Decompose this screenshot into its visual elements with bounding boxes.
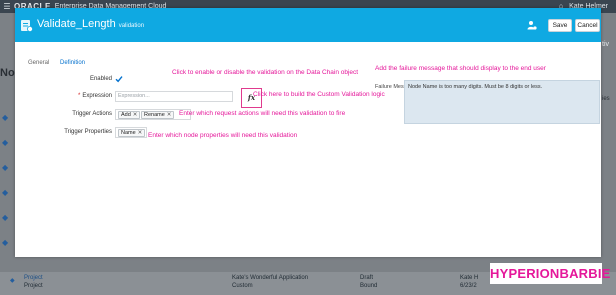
bg-row-icon: ◆ — [2, 138, 9, 147]
annotation-actions: Enter which request actions will need th… — [179, 110, 346, 117]
chip-add: Add ✕ — [118, 111, 141, 119]
chip-rename-label: Rename — [144, 112, 165, 118]
bg-row-owner: Kate H — [460, 275, 479, 281]
validation-dialog: Validate_Length validation Save Cancel Ge… — [15, 8, 601, 257]
bg-row-date: 6/23/2 — [460, 283, 477, 289]
tab-general[interactable]: General — [28, 60, 49, 66]
bg-row-status2: Bound — [360, 283, 378, 289]
expression-label: * Expression — [55, 93, 112, 99]
save-button[interactable]: Save — [548, 19, 572, 32]
bg-row-sub: Project — [24, 283, 43, 289]
annotation-failure: Add the failure message that should disp… — [375, 65, 546, 72]
annotation-enable: Click to enable or disable the validatio… — [172, 69, 359, 76]
annotation-properties: Enter which node properties will need th… — [148, 132, 298, 139]
bg-activities-fragment: tiv — [602, 41, 609, 48]
chip-name-label: Name — [121, 130, 136, 136]
trigger-actions-label: Trigger Actions — [72, 111, 112, 117]
bg-heading-fragment: No — [0, 67, 15, 79]
cancel-button[interactable]: Cancel — [575, 19, 600, 32]
dialog-header: Validate_Length validation Save Cancel — [15, 8, 601, 42]
bg-row-status: Draft — [360, 275, 374, 281]
dialog-title: Validate_Length validation — [37, 18, 144, 30]
bg-row-app-sub: Custom — [232, 283, 253, 289]
trigger-properties-label: Trigger Properties — [64, 129, 112, 135]
expression-input[interactable]: Expression... — [115, 91, 233, 102]
chip-name: Name ✕ — [118, 129, 146, 137]
dialog-subtitle: validation — [118, 23, 145, 29]
enabled-checkbox[interactable] — [115, 75, 123, 83]
remove-chip-icon[interactable]: ✕ — [138, 130, 143, 136]
bg-row-icon: ◆ — [2, 188, 9, 197]
chip-rename: Rename ✕ — [141, 111, 175, 119]
bg-row-icon: ◆ — [10, 278, 15, 284]
bg-row-name: Project — [24, 275, 43, 281]
failure-message-textarea[interactable]: Node Name is too many digits. Must be 8 … — [404, 80, 600, 124]
trigger-properties-field[interactable]: Name ✕ — [115, 127, 147, 138]
validation-icon — [21, 20, 33, 32]
tab-definition[interactable]: Definition — [60, 60, 85, 66]
dialog-title-text: Validate_Length — [37, 18, 116, 30]
remove-chip-icon[interactable]: ✕ — [133, 112, 138, 118]
bg-row-app: Kate's Wonderful Application — [232, 275, 309, 281]
menu-icon[interactable]: ☰ — [0, 2, 14, 11]
user-icon[interactable] — [527, 20, 537, 30]
expression-label-text: Expression — [82, 93, 112, 99]
bg-row-icon: ◆ — [2, 113, 9, 122]
chip-add-label: Add — [121, 112, 131, 118]
remove-chip-icon[interactable]: ✕ — [167, 112, 172, 118]
required-marker: * — [77, 93, 81, 99]
bg-row-icon: ◆ — [2, 238, 9, 247]
bg-row-icon: ◆ — [2, 213, 9, 222]
bg-properties-fragment: ies — [602, 96, 610, 102]
enabled-label: Enabled — [89, 76, 112, 82]
bg-row-icon: ◆ — [2, 163, 9, 172]
annotation-build: Click here to build the Custom Validatio… — [253, 91, 385, 98]
watermark-logo: HYPERIONBARBIE — [490, 263, 610, 284]
